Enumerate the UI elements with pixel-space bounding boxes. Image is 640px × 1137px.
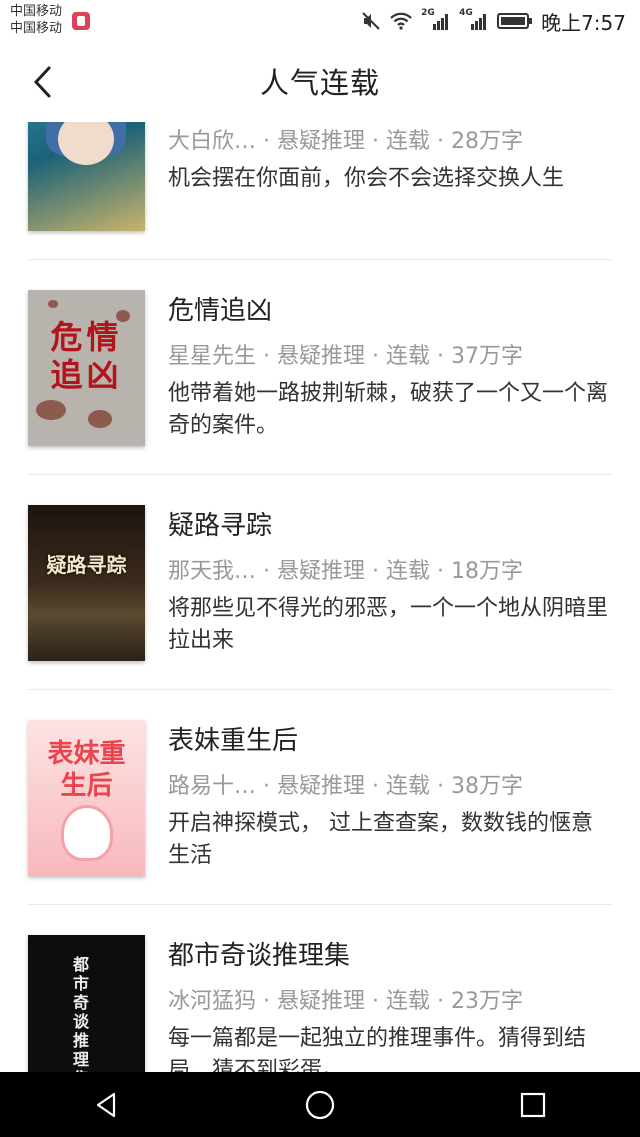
- meta-separator: ·: [365, 774, 386, 799]
- book-description: 将那些见不得光的邪恶，一个一个地从阴暗里拉出来: [168, 596, 609, 653]
- clock: 晚上7:57: [541, 10, 626, 35]
- book-status: 连载: [386, 344, 431, 369]
- book-item[interactable]: 表妹重生后 表妹重生后 路易十… · 悬疑推理 · 连载 · 38万字 开启神探…: [28, 690, 612, 905]
- book-list[interactable]: 大白欣… · 悬疑推理 · 连载 · 28万字 机会摆在你面前，你会不会选择交换…: [0, 122, 640, 1072]
- cover-title: 表妹重生后: [47, 739, 126, 801]
- meta-separator: ·: [256, 774, 277, 799]
- system-nav-bar: [0, 1072, 640, 1137]
- book-author: 那天我…: [168, 559, 257, 584]
- carrier-line-1: 中国移动: [10, 4, 63, 19]
- book-meta: 路易十… · 悬疑推理 · 连载 · 38万字: [168, 768, 523, 800]
- book-item[interactable]: 疑路寻踪 疑路寻踪 那天我… · 悬疑推理 · 连载 · 18万字 将那些见不得…: [28, 475, 612, 690]
- book-author: 冰河猛犸: [168, 989, 257, 1014]
- page-title: 人气连载: [259, 66, 380, 100]
- book-cover: [28, 122, 145, 231]
- book-author: 路易十…: [168, 774, 257, 799]
- book-item[interactable]: 都市奇谈推理集 都市奇谈推理集 冰河猛犸 · 悬疑推理 · 连载 · 23万字 …: [28, 905, 612, 1072]
- cover-title: 危情追凶: [50, 318, 123, 394]
- meta-separator: ·: [430, 559, 451, 584]
- meta-separator: ·: [365, 129, 386, 154]
- square-recents-icon: [521, 1092, 546, 1117]
- meta-separator: ·: [430, 989, 451, 1014]
- nav-recents-button[interactable]: [503, 1075, 563, 1135]
- book-description: 每一篇都是一起独立的推理事件。猜得到结局，猜不到彩蛋。: [168, 1026, 587, 1072]
- signal-2g-icon: 2G: [421, 8, 451, 32]
- book-word-count: 18万字: [451, 559, 523, 584]
- book-status: 连载: [386, 989, 431, 1014]
- meta-separator: ·: [256, 344, 277, 369]
- meta-separator: ·: [365, 989, 386, 1014]
- book-meta: 冰河猛犸 · 悬疑推理 · 连载 · 23万字: [168, 983, 523, 1015]
- meta-separator: ·: [365, 344, 386, 369]
- book-word-count: 37万字: [451, 344, 523, 369]
- book-status: 连载: [386, 774, 431, 799]
- book-author: 星星先生: [168, 344, 257, 369]
- meta-separator: ·: [430, 774, 451, 799]
- book-status: 连载: [386, 559, 431, 584]
- top-header: 人气连载: [0, 42, 640, 122]
- book-meta: 那天我… · 悬疑推理 · 连载 · 18万字: [168, 553, 523, 585]
- book-word-count: 28万字: [451, 129, 523, 154]
- nav-home-button[interactable]: [290, 1075, 350, 1135]
- battery-icon: [497, 13, 533, 29]
- book-genre: 悬疑推理: [277, 559, 366, 584]
- meta-separator: ·: [256, 129, 277, 154]
- app-notification-icon: [72, 12, 90, 30]
- status-icons: 2G 4G 晚上7:57: [361, 8, 626, 35]
- book-genre: 悬疑推理: [277, 344, 366, 369]
- cover-title: 都市奇谈推理集: [72, 955, 89, 1072]
- meta-separator: ·: [365, 559, 386, 584]
- cover-title: 疑路寻踪: [46, 553, 127, 577]
- book-title: 表妹重生后: [168, 726, 299, 756]
- book-genre: 悬疑推理: [277, 989, 366, 1014]
- status-bar: 中国移动 中国移动 2G 4G 晚上7:57: [0, 0, 640, 42]
- carrier-info: 中国移动 中国移动: [10, 3, 62, 37]
- meta-separator: ·: [256, 559, 277, 584]
- meta-separator: ·: [430, 344, 451, 369]
- triangle-back-icon: [96, 1092, 115, 1117]
- book-cover: 危情追凶: [28, 290, 145, 446]
- book-item[interactable]: 大白欣… · 悬疑推理 · 连载 · 28万字 机会摆在你面前，你会不会选择交换…: [28, 122, 612, 260]
- wifi-icon: [390, 12, 412, 30]
- book-meta: 星星先生 · 悬疑推理 · 连载 · 37万字: [168, 338, 523, 370]
- book-status: 连载: [386, 129, 431, 154]
- mute-icon: [362, 12, 380, 30]
- book-word-count: 23万字: [451, 989, 523, 1014]
- book-word-count: 38万字: [451, 774, 523, 799]
- book-cover: 表妹重生后: [28, 720, 145, 876]
- book-title: 疑路寻踪: [168, 511, 273, 541]
- nav-back-button[interactable]: [77, 1075, 137, 1135]
- book-genre: 悬疑推理: [277, 774, 366, 799]
- meta-separator: ·: [430, 129, 451, 154]
- book-genre: 悬疑推理: [277, 129, 366, 154]
- carrier-line-2: 中国移动: [10, 21, 63, 36]
- book-author: 大白欣…: [168, 129, 257, 154]
- book-cover: 都市奇谈推理集: [28, 935, 145, 1072]
- book-cover: 疑路寻踪: [28, 505, 145, 661]
- circle-home-icon: [305, 1090, 335, 1119]
- book-description: 他带着她一路披荆斩棘，破获了一个又一个离奇的案件。: [168, 381, 609, 438]
- book-title: 危情追凶: [168, 296, 273, 326]
- book-title: 都市奇谈推理集: [168, 941, 351, 971]
- book-description: 机会摆在你面前，你会不会选择交换人生: [168, 166, 565, 191]
- book-item[interactable]: 危情追凶 危情追凶 星星先生 · 悬疑推理 · 连载 · 37万字 他带着她一路…: [28, 260, 612, 475]
- book-description: 开启神探模式， 过上查查案，数数钱的惬意生活: [168, 811, 593, 868]
- meta-separator: ·: [256, 989, 277, 1014]
- book-meta: 大白欣… · 悬疑推理 · 连载 · 28万字: [168, 123, 523, 155]
- signal-4g-icon: 4G: [459, 8, 489, 32]
